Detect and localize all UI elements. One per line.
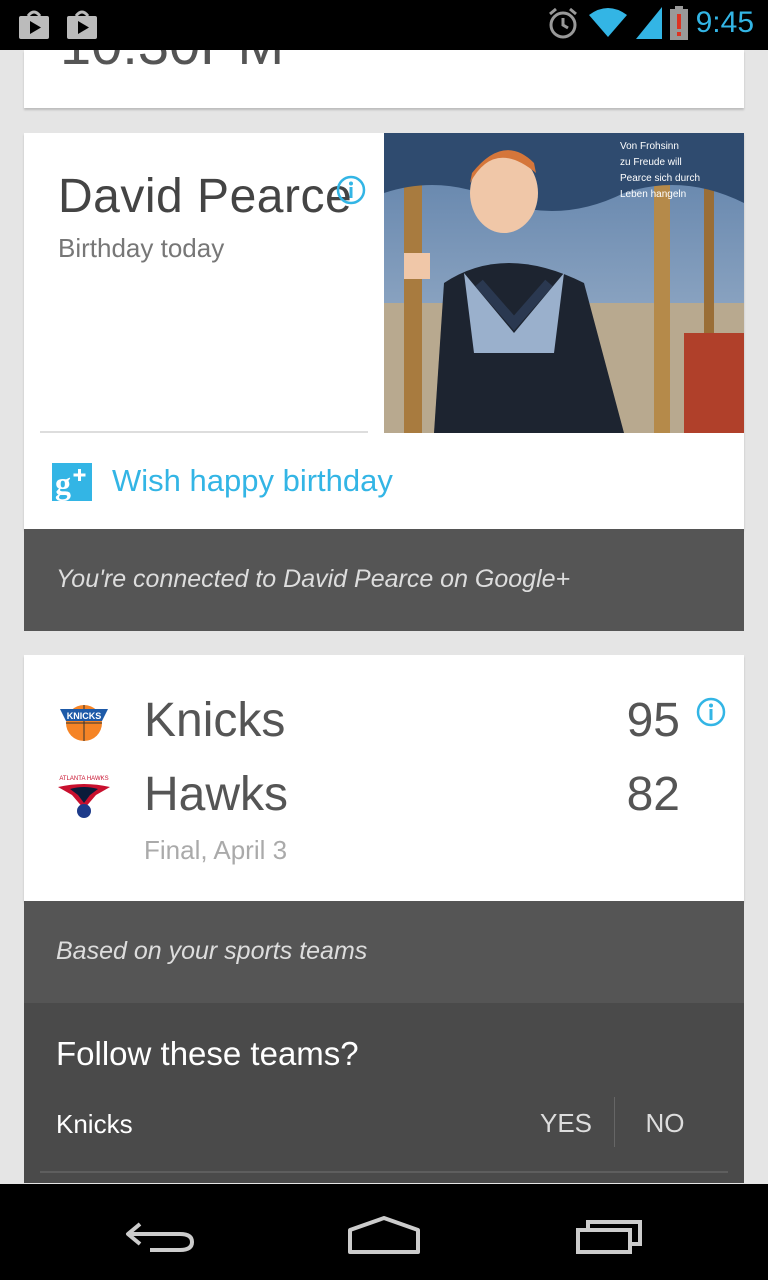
svg-text:Leben hangeln: Leben hangeln — [620, 189, 686, 200]
svg-text:Pearce sich durch: Pearce sich durch — [620, 173, 700, 184]
previous-card[interactable]: 10:30PM — [24, 50, 744, 108]
play-store-notification-icon — [67, 10, 97, 39]
birthday-subtitle: Birthday today — [58, 233, 225, 263]
divider — [40, 1171, 728, 1173]
contact-photo: Von Frohsinn zu Freude will Pearce sich … — [384, 133, 744, 433]
follow-teams-panel: Follow these teams? Knicks YES NO — [24, 1003, 744, 1183]
wish-happy-birthday-link[interactable]: Wish happy birthday — [112, 463, 393, 499]
team-name: Hawks — [144, 768, 289, 821]
battery-alert-icon — [669, 6, 688, 40]
previous-card-text: 10:30PM — [60, 50, 284, 77]
follow-team-name: Knicks — [56, 1109, 133, 1139]
clock: 9:45 — [695, 6, 754, 39]
sports-card-footer: Based on your sports teams — [24, 901, 744, 1003]
info-icon[interactable] — [696, 697, 726, 727]
info-icon[interactable] — [336, 175, 366, 205]
birthday-card[interactable]: David Pearce Birthday today Von Frohsinn… — [24, 133, 744, 529]
no-button[interactable]: NO — [620, 1097, 710, 1149]
sports-score-card[interactable]: KNICKS Knicks 95 ATLANTA HAWKS Hawks 82 … — [24, 655, 744, 901]
svg-text:g: g — [55, 465, 71, 501]
follow-prompt-title: Follow these teams? — [56, 1035, 359, 1072]
divider — [40, 431, 368, 433]
hawks-logo-icon: ATLANTA HAWKS — [58, 776, 110, 818]
svg-text:zu Freude will: zu Freude will — [620, 157, 682, 168]
svg-text:Von Frohsinn: Von Frohsinn — [620, 141, 679, 152]
google-plus-icon[interactable]: g — [52, 463, 92, 501]
button-separator — [614, 1097, 615, 1147]
status-bar: 9:45 — [0, 0, 768, 50]
team-score: 82 — [626, 768, 680, 821]
alarm-icon — [548, 7, 577, 39]
signal-icon — [635, 7, 662, 39]
home-icon[interactable] — [334, 1202, 434, 1262]
svg-text:KNICKS: KNICKS — [67, 711, 102, 721]
knicks-logo-icon: KNICKS — [60, 705, 108, 741]
wifi-icon — [588, 8, 627, 37]
back-icon[interactable] — [110, 1202, 210, 1262]
birthday-card-footer: You're connected to David Pearce on Goog… — [24, 529, 744, 631]
recent-apps-icon[interactable] — [562, 1202, 662, 1262]
connection-reason: You're connected to David Pearce on Goog… — [56, 565, 571, 593]
card-reason: Based on your sports teams — [56, 937, 368, 965]
play-store-notification-icon — [19, 10, 49, 39]
navigation-bar — [0, 1184, 768, 1280]
team-score: 95 — [626, 694, 680, 747]
svg-text:ATLANTA HAWKS: ATLANTA HAWKS — [59, 776, 108, 782]
game-status: Final, April 3 — [144, 835, 288, 865]
yes-button[interactable]: YES — [524, 1097, 608, 1149]
contact-name: David Pearce — [58, 170, 353, 223]
team-name: Knicks — [144, 694, 286, 747]
